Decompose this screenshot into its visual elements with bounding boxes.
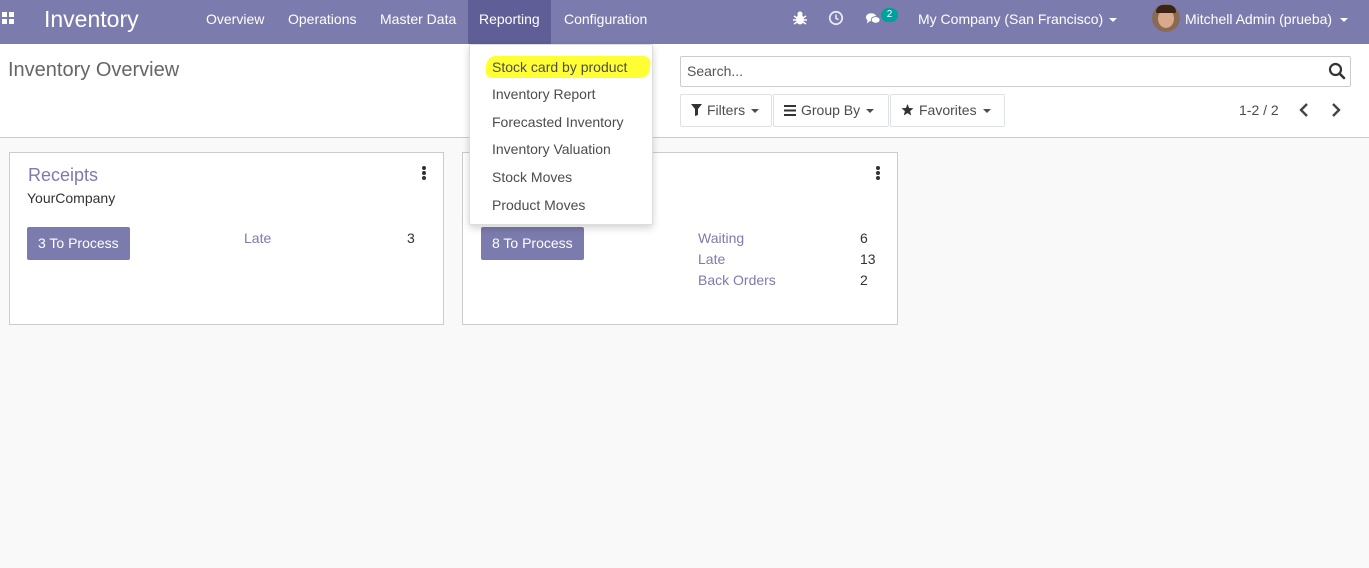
company-name: My Company (San Francisco) (918, 11, 1104, 27)
stat-waiting-value: 6 (860, 230, 868, 246)
stat-back-orders-value: 2 (860, 272, 868, 288)
user-menu[interactable]: Mitchell Admin (prueba) (1185, 11, 1349, 27)
group-by-label: Group By (801, 102, 861, 118)
search-input[interactable] (687, 63, 1287, 79)
list-icon (784, 104, 796, 116)
kebab-menu-icon[interactable] (421, 166, 427, 180)
stat-late-label[interactable]: Late (244, 230, 271, 246)
favorites-label: Favorites (919, 102, 977, 118)
search-icon[interactable] (1328, 62, 1346, 80)
chevron-left-icon[interactable] (1295, 100, 1315, 120)
caret-down-icon (751, 109, 760, 114)
card-title[interactable]: Receipts (28, 165, 98, 186)
stat-late-value: 13 (860, 251, 876, 267)
pager-value[interactable]: 1-2 / 2 (1239, 102, 1279, 118)
filter-icon (691, 104, 702, 117)
search-box[interactable] (680, 56, 1351, 87)
user-name: Mitchell Admin (prueba) (1185, 11, 1333, 27)
menu-configuration[interactable]: Configuration (553, 0, 658, 44)
menu-item-product-moves[interactable]: Product Moves (492, 197, 585, 213)
stat-late-label[interactable]: Late (698, 251, 725, 267)
menu-operations[interactable]: Operations (277, 0, 367, 44)
kanban-card-receipts: Receipts YourCompany 3 To Process Late 3 (9, 152, 444, 325)
app-brand[interactable]: Inventory (44, 6, 139, 33)
bug-icon[interactable] (792, 10, 808, 26)
caret-down-icon (982, 109, 991, 114)
apps-icon[interactable] (2, 12, 16, 26)
caret-down-icon (1340, 18, 1349, 23)
control-panel: Inventory Overview Filters Group By Favo… (0, 44, 1369, 138)
to-process-button[interactable]: 8 To Process (481, 227, 584, 260)
reporting-dropdown-menu: Stock card by product Inventory Report F… (469, 44, 653, 225)
chevron-right-icon[interactable] (1325, 100, 1345, 120)
caret-down-icon (1109, 18, 1118, 23)
menu-item-stock-moves[interactable]: Stock Moves (492, 169, 572, 185)
stat-waiting-label[interactable]: Waiting (698, 230, 744, 246)
clock-icon[interactable] (828, 10, 844, 26)
stat-late-value: 3 (407, 230, 415, 246)
caret-down-icon (866, 109, 875, 114)
menu-reporting[interactable]: Reporting (468, 0, 551, 44)
chat-icon[interactable] (865, 11, 881, 27)
menu-item-inventory-valuation[interactable]: Inventory Valuation (492, 141, 611, 157)
page-title: Inventory Overview (8, 59, 180, 81)
filters-label: Filters (707, 102, 746, 118)
filters-button[interactable]: Filters (680, 94, 772, 127)
company-switcher[interactable]: My Company (San Francisco) (918, 11, 1118, 27)
top-navbar: Inventory Overview Operations Master Dat… (0, 0, 1369, 44)
stat-back-orders-label[interactable]: Back Orders (698, 272, 776, 288)
menu-master-data[interactable]: Master Data (369, 0, 467, 44)
card-subtitle: YourCompany (27, 190, 116, 206)
kebab-menu-icon[interactable] (875, 166, 881, 180)
to-process-button[interactable]: 3 To Process (27, 227, 130, 260)
menu-overview[interactable]: Overview (195, 0, 275, 44)
group-by-button[interactable]: Group By (773, 94, 889, 127)
menu-item-forecasted-inventory[interactable]: Forecasted Inventory (492, 114, 624, 130)
star-icon (901, 104, 914, 116)
message-count-badge: 2 (881, 8, 898, 22)
menu-item-inventory-report[interactable]: Inventory Report (492, 86, 596, 102)
avatar[interactable] (1152, 4, 1180, 32)
menu-item-stock-card-by-product[interactable]: Stock card by product (492, 59, 627, 75)
favorites-button[interactable]: Favorites (890, 94, 1005, 127)
